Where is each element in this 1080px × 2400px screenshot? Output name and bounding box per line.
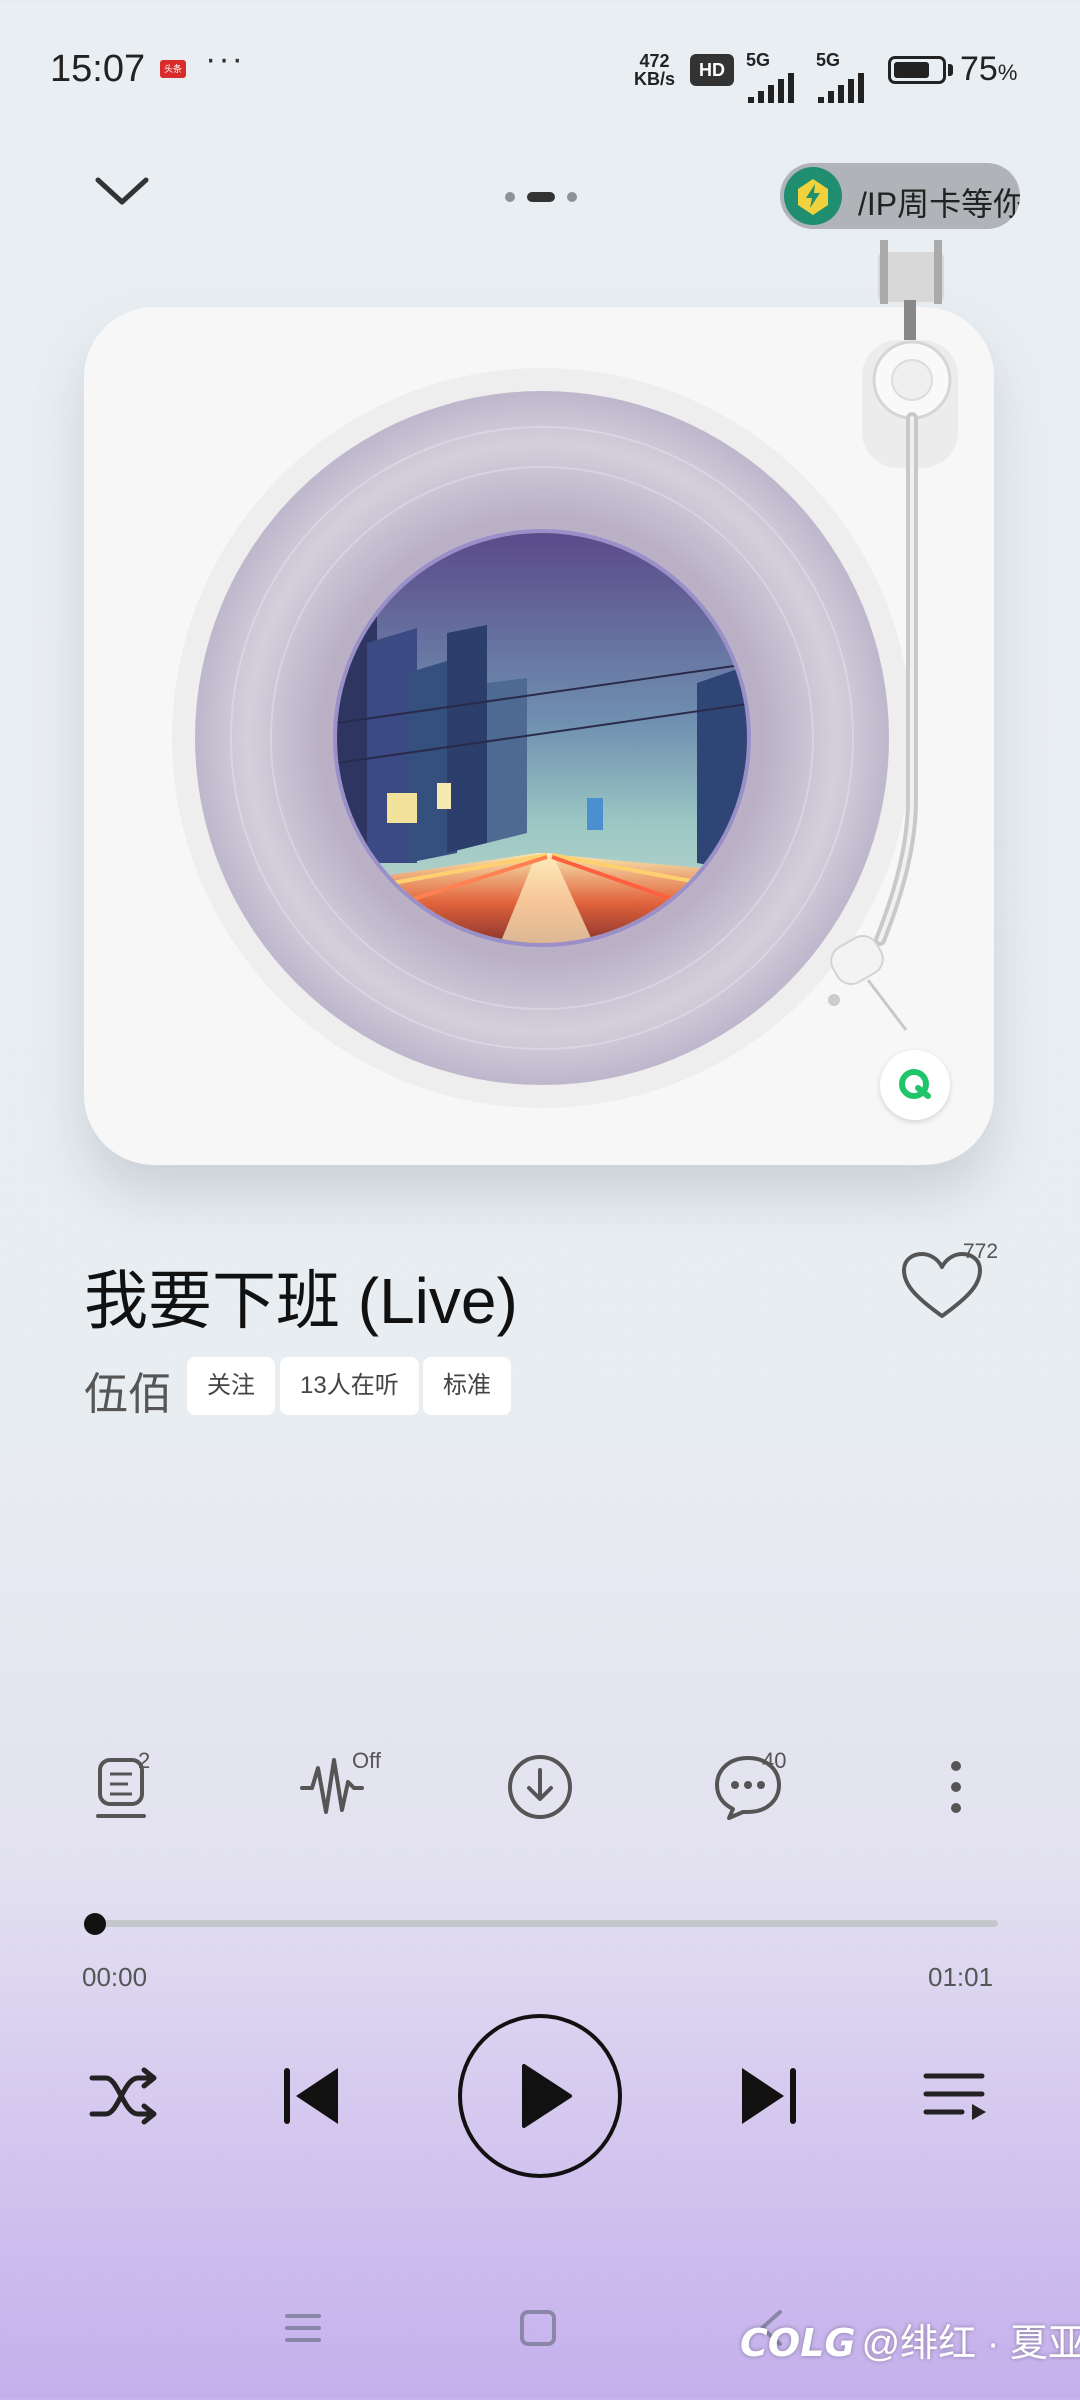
lightning-icon (784, 167, 842, 225)
page-indicator[interactable] (505, 188, 589, 206)
watermark: COLG @绯红 · 夏亚 (740, 2312, 1080, 2367)
download-icon[interactable] (505, 1752, 575, 1822)
vip-promo-pill[interactable]: /IP周卡等你 (780, 163, 1020, 229)
like-count: 772 (963, 1240, 999, 1263)
play-button[interactable] (458, 2014, 622, 2178)
network-speed-unit: KB/s (634, 69, 676, 89)
more-options-icon[interactable] (921, 1752, 991, 1822)
vip-promo-text: /IP周卡等你 (858, 186, 1020, 222)
play-icon (522, 2064, 572, 2128)
page-dot (505, 191, 515, 202)
battery-fill (894, 62, 929, 78)
playlist-queue-icon[interactable] (916, 2056, 996, 2136)
battery-percent-unit: % (997, 60, 1018, 85)
sim2-label: 5G (816, 50, 841, 70)
signal-5g-sim1: 5G (746, 50, 812, 112)
sim1-label: 5G (746, 50, 771, 70)
quality-standard-tag[interactable]: 标准 (423, 1357, 511, 1415)
sound-effect-badge: Off (352, 1748, 381, 1773)
qq-music-logo-icon (880, 1050, 950, 1120)
nav-home-icon[interactable] (518, 2308, 558, 2348)
artist-name[interactable]: 伍佰 (84, 1358, 172, 1422)
album-cover[interactable] (333, 529, 751, 947)
song-title: 我要下班 (Live) (84, 1265, 518, 1337)
previous-track-icon[interactable] (272, 2056, 352, 2136)
signal-bars-icon (818, 73, 864, 103)
more-notifications-icon: ··· (205, 40, 245, 78)
shuffle-icon[interactable] (84, 2056, 164, 2136)
listeners-count-tag[interactable]: 13人在听 (280, 1357, 419, 1415)
progress-track[interactable] (84, 1920, 998, 1927)
lyrics-badge: 2 (138, 1748, 151, 1773)
battery-percent-value: 75 (960, 50, 998, 88)
nav-menu-icon[interactable] (283, 2308, 323, 2348)
battery-percent: 75% (960, 50, 1017, 89)
tonearm[interactable] (820, 240, 1000, 1120)
current-time: 00:00 (82, 1962, 148, 1992)
status-time: 15:07 (50, 48, 146, 90)
page-dot-active (527, 191, 555, 202)
page-dot (567, 191, 577, 202)
signal-5g-sim2: 5G (816, 50, 882, 112)
total-time: 01:01 (928, 1962, 994, 1992)
colg-logo: COLG (740, 2321, 856, 2365)
signal-bars-icon (748, 73, 794, 103)
network-speed-value: 472 (639, 51, 670, 71)
next-track-icon[interactable] (728, 2056, 808, 2136)
battery-icon (888, 56, 946, 84)
network-speed: 472 KB/s (634, 52, 675, 88)
progress-knob[interactable] (84, 1913, 106, 1935)
watermark-text: @绯红 · 夏亚 (861, 2323, 1080, 2365)
collapse-chevron-down-icon[interactable] (92, 170, 152, 210)
toutiao-notification-icon: 头条 (160, 60, 186, 78)
comment-count-badge: 40 (762, 1748, 787, 1773)
battery-tip (948, 64, 953, 76)
follow-button[interactable]: 关注 (187, 1357, 275, 1415)
hd-voice-icon: HD (690, 54, 734, 86)
